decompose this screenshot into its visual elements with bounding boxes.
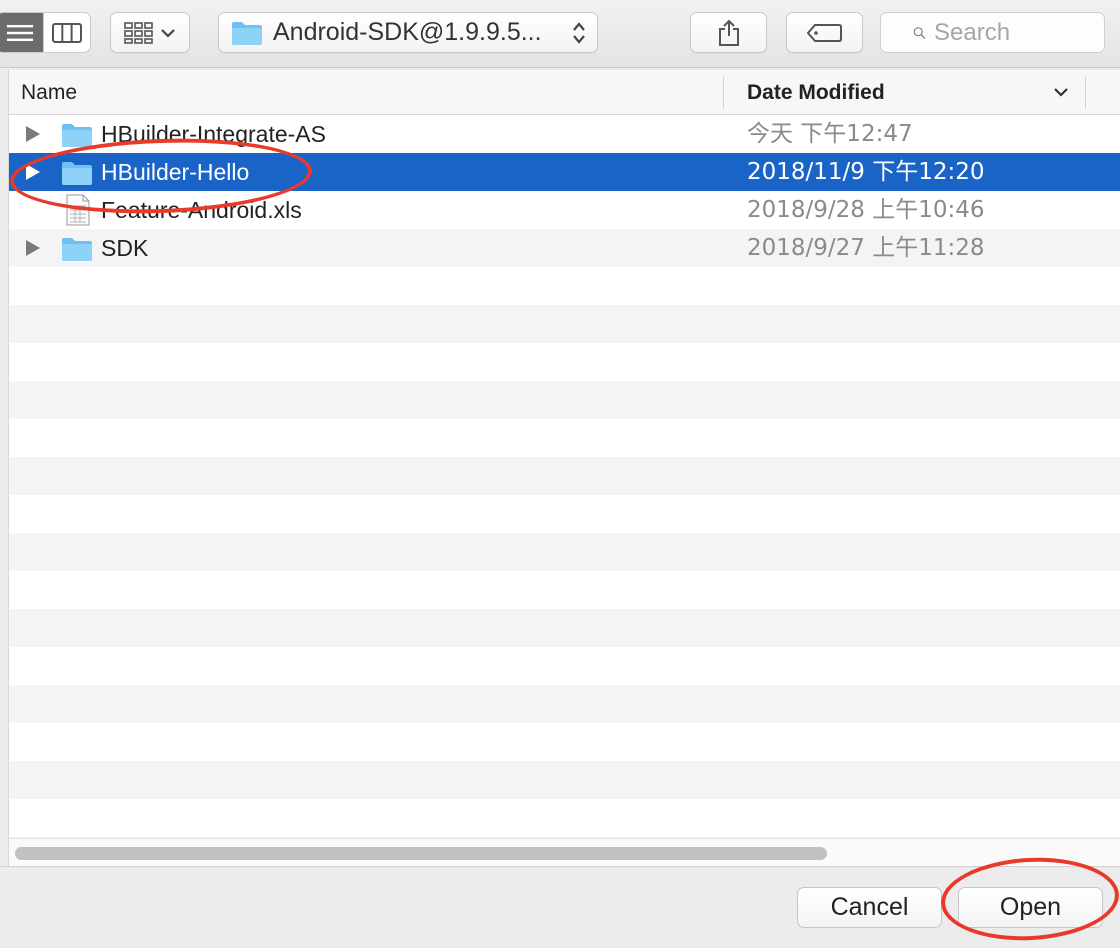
search-icon xyxy=(913,26,926,39)
empty-row xyxy=(9,609,1120,647)
share-button[interactable] xyxy=(690,12,767,53)
file-date: 2018/11/9 下午12:20 xyxy=(747,159,985,185)
empty-row xyxy=(9,685,1120,723)
disclosure-triangle-icon[interactable] xyxy=(25,126,41,142)
file-name: HBuilder-Integrate-AS xyxy=(101,121,326,147)
column-view-button[interactable] xyxy=(43,13,90,52)
spreadsheet-file-icon xyxy=(66,194,90,226)
column-divider xyxy=(1085,76,1086,109)
file-name: Feature-Android.xls xyxy=(101,197,302,223)
folder-icon xyxy=(62,238,92,261)
path-popup-button[interactable]: Android-SDK@1.9.9.5... xyxy=(218,12,598,53)
empty-row xyxy=(9,419,1120,457)
share-icon xyxy=(718,19,739,46)
column-view-icon xyxy=(52,22,82,43)
disclosure-triangle-icon[interactable] xyxy=(25,164,41,180)
tag-icon xyxy=(806,23,842,42)
list-view-icon xyxy=(7,24,33,41)
folder-icon xyxy=(232,21,262,45)
file-name: HBuilder-Hello xyxy=(101,159,250,185)
list-view-button[interactable] xyxy=(0,13,43,52)
empty-row xyxy=(9,267,1120,305)
file-date: 2018/9/27 上午11:28 xyxy=(747,235,985,261)
empty-row xyxy=(9,571,1120,609)
empty-row xyxy=(9,647,1120,685)
up-down-chevron-icon xyxy=(573,22,585,44)
file-date: 今天 下午12:47 xyxy=(747,121,913,147)
file-row[interactable]: SDK 2018/9/27 上午11:28 xyxy=(9,229,1120,267)
empty-row xyxy=(9,761,1120,799)
dialog-footer: Cancel Open xyxy=(0,866,1120,948)
file-row[interactable]: HBuilder-Integrate-AS 今天 下午12:47 xyxy=(9,115,1120,153)
file-name: SDK xyxy=(101,235,149,261)
empty-row xyxy=(9,343,1120,381)
view-mode-switcher xyxy=(0,12,91,53)
chevron-down-icon xyxy=(161,28,175,38)
file-row[interactable]: Feature-Android.xls 2018/9/28 上午10:46 xyxy=(9,191,1120,229)
list-header: Name Date Modified xyxy=(9,70,1120,115)
arrange-menu-button[interactable] xyxy=(110,12,190,53)
disclosure-triangle-icon[interactable] xyxy=(25,240,41,256)
open-button[interactable]: Open xyxy=(958,887,1103,928)
folder-icon xyxy=(62,162,92,185)
path-label: Android-SDK@1.9.9.5... xyxy=(273,18,542,46)
empty-row xyxy=(9,723,1120,761)
empty-row xyxy=(9,533,1120,571)
column-divider xyxy=(723,76,724,109)
empty-row xyxy=(9,305,1120,343)
sort-chevron-icon[interactable] xyxy=(1053,84,1069,100)
scrollbar-thumb[interactable] xyxy=(15,847,827,860)
folder-icon xyxy=(62,124,92,147)
search-field[interactable] xyxy=(880,12,1105,53)
search-input[interactable] xyxy=(934,18,1104,47)
empty-row xyxy=(9,381,1120,419)
column-header-name[interactable]: Name xyxy=(21,70,77,115)
file-row-selected[interactable]: HBuilder-Hello 2018/11/9 下午12:20 xyxy=(9,153,1120,191)
empty-row xyxy=(9,495,1120,533)
horizontal-scrollbar[interactable] xyxy=(9,838,1120,866)
file-date: 2018/9/28 上午10:46 xyxy=(747,197,985,223)
tag-button[interactable] xyxy=(786,12,863,53)
column-header-date-modified[interactable]: Date Modified xyxy=(747,70,885,115)
empty-row xyxy=(9,799,1120,837)
file-list: Name Date Modified HBuilder-Integrate-AS… xyxy=(8,70,1120,866)
rows-container: HBuilder-Integrate-AS 今天 下午12:47 HBuilde… xyxy=(9,115,1120,866)
empty-row xyxy=(9,457,1120,495)
cancel-button[interactable]: Cancel xyxy=(797,887,942,928)
toolbar: Android-SDK@1.9.9.5... xyxy=(0,0,1120,68)
grid-icon xyxy=(124,21,153,44)
